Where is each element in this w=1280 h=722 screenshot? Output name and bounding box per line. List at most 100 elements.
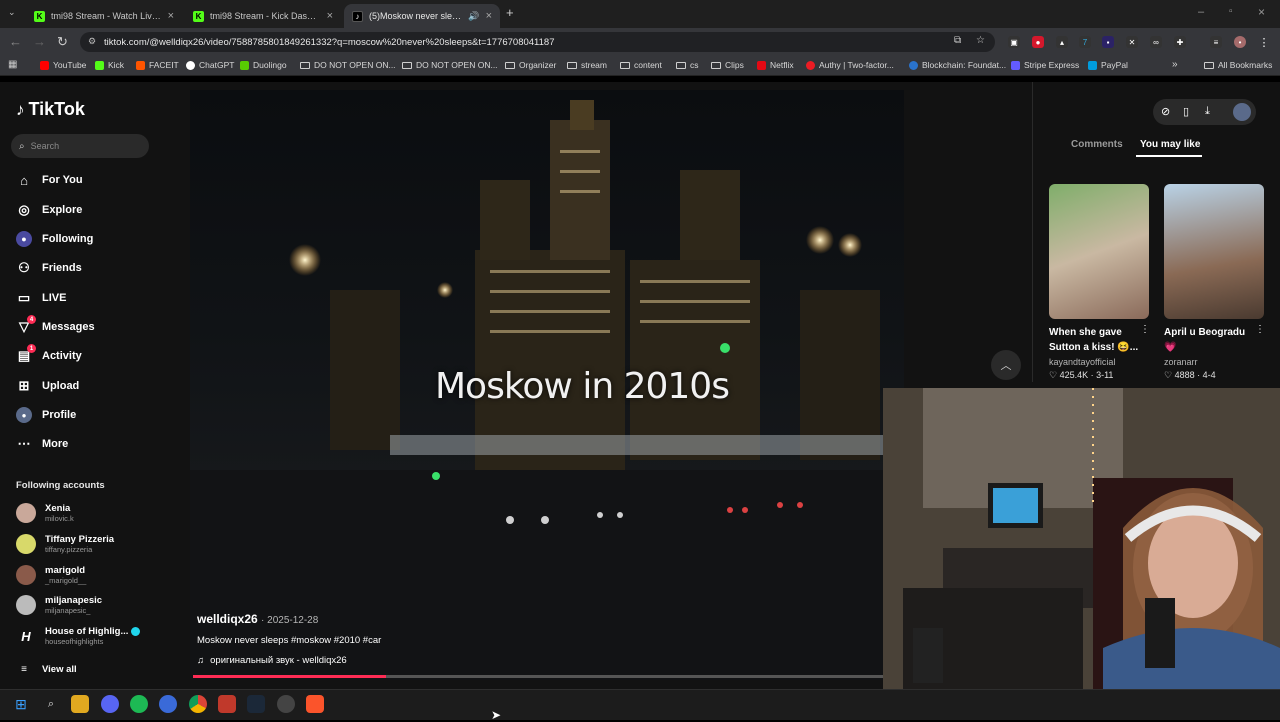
bookmark-folder[interactable]: cs (676, 60, 699, 70)
phone-icon[interactable]: ▯ (1183, 105, 1189, 118)
tab-you-may-like[interactable]: You may like (1140, 139, 1200, 150)
media-control-icon[interactable]: ≡ (1210, 36, 1222, 48)
nav-friends[interactable]: ⚇ Friends (16, 260, 82, 276)
bookmark-folder[interactable]: Organizer (505, 60, 556, 70)
video-sound[interactable]: ♫ оригинальный звук - welldiqx26 (197, 655, 347, 666)
video-author[interactable]: welldiqx26 (197, 612, 258, 626)
close-icon[interactable]: × (168, 10, 174, 22)
minimize-button[interactable]: – (1198, 6, 1204, 18)
extension-icon[interactable]: ∞ (1150, 36, 1162, 48)
bookmark-youtube[interactable]: YouTube (40, 60, 86, 70)
more-options-icon[interactable]: ⋮ (1140, 324, 1150, 335)
app-icon[interactable] (159, 695, 177, 713)
bookmark-folder[interactable]: content (620, 60, 662, 70)
following-account[interactable]: Xenia milovic.k (16, 503, 74, 523)
install-app-icon[interactable]: ⧉ (954, 35, 961, 46)
close-icon[interactable]: × (327, 10, 333, 22)
nav-profile[interactable]: ● Profile (16, 407, 76, 423)
following-account[interactable]: Tiffany Pizzeria tiffany.pizzeria (16, 534, 114, 554)
video-progress-bar[interactable] (193, 675, 883, 678)
video-date: · 2025-12-28 (261, 615, 319, 626)
video-thumbnail[interactable] (1164, 184, 1264, 319)
nav-explore[interactable]: ◎ Explore (16, 202, 82, 218)
nav-messages[interactable]: ▽ 4 Messages (16, 315, 95, 335)
tab-kick-dashboard[interactable]: K tmi98 Stream - Kick Dashboard × (185, 4, 341, 28)
back-button[interactable]: ← (9, 34, 22, 49)
bookmark-folder[interactable]: stream (567, 60, 607, 70)
extension-icon[interactable]: ▣ (1008, 36, 1020, 48)
tab-kick-stream[interactable]: K tmi98 Stream - Watch Live on K × (26, 4, 182, 28)
extension-icon[interactable]: ● (1032, 36, 1044, 48)
apps-grid-icon[interactable]: ▦ (8, 59, 17, 70)
windows-start-icon[interactable]: ⊞ (12, 695, 30, 713)
search-icon[interactable]: ⌕ (42, 695, 60, 713)
nav-following[interactable]: ● Following (16, 231, 93, 247)
app-icon[interactable] (277, 695, 295, 713)
bookmark-folder[interactable]: Clips (711, 60, 744, 70)
tab-search-icon[interactable]: ⌄ (8, 7, 16, 18)
video-card-user[interactable]: zoranarr (1164, 357, 1198, 367)
compass-icon[interactable]: ⊘ (1161, 105, 1170, 118)
extension-icon[interactable]: ▴ (1056, 36, 1068, 48)
previous-video-button[interactable]: ︿ (991, 350, 1021, 380)
discord-icon[interactable] (101, 695, 119, 713)
bookmark-folder[interactable]: DO NOT OPEN ON... (300, 60, 396, 70)
new-tab-button[interactable]: + (506, 5, 514, 20)
bookmark-folder[interactable]: DO NOT OPEN ON... (402, 60, 498, 70)
brave-icon[interactable] (306, 695, 324, 713)
more-options-icon[interactable]: ⋮ (1255, 324, 1265, 335)
file-explorer-icon[interactable] (71, 695, 89, 713)
view-all-button[interactable]: ≡ View all (16, 661, 77, 677)
tab-tiktok[interactable]: ♪ (5)Moskow never sleeps #r 🔊 × (344, 4, 500, 28)
extension-icon[interactable]: 7 (1079, 36, 1091, 48)
bookmark-duolingo[interactable]: Duolingo (240, 60, 287, 70)
puzzle-icon[interactable]: ✚ (1174, 36, 1186, 48)
spotify-icon[interactable] (130, 695, 148, 713)
all-bookmarks-button[interactable]: All Bookmarks (1204, 60, 1272, 70)
tab-comments[interactable]: Comments (1071, 139, 1123, 150)
bookmark-stripe[interactable]: Stripe Express (1011, 60, 1079, 70)
following-account[interactable]: H House of Highlig... houseofhighlights (16, 626, 141, 646)
nav-activity[interactable]: ▤ 1 Activity (16, 344, 82, 364)
nav-for-you[interactable]: ⌂ For You (16, 172, 82, 188)
bookmark-chatgpt[interactable]: ChatGPT (186, 60, 234, 70)
address-bar[interactable]: ⚙ tiktok.com/@welldiqx26/video/758878580… (80, 32, 995, 52)
maximize-button[interactable]: ▫ (1229, 6, 1233, 17)
bookmarks-bar: ▦ YouTube Kick FACEIT ChatGPT Duolingo D… (0, 56, 1280, 76)
speaker-icon[interactable]: 🔊 (468, 11, 479, 22)
tiktok-logo[interactable]: ♪ TikTok (16, 99, 85, 120)
nav-live[interactable]: ▭ LIVE (16, 290, 67, 306)
close-window-button[interactable]: × (1258, 5, 1265, 19)
video-card-title[interactable]: When she gave Sutton a kiss! 😆... (1049, 325, 1141, 355)
app-icon[interactable] (218, 695, 236, 713)
video-card-title[interactable]: April u Beogradu 💗 (1164, 325, 1256, 355)
bookmark-authy[interactable]: Authy | Two-factor... (806, 60, 894, 70)
video-card-user[interactable]: kayandtayofficial (1049, 357, 1115, 367)
folder-icon (1204, 61, 1214, 69)
close-icon[interactable]: × (486, 10, 492, 22)
download-icon[interactable]: ⤓ (1205, 105, 1210, 118)
bookmark-faceit[interactable]: FACEIT (136, 60, 179, 70)
bookmark-paypal[interactable]: PayPal (1088, 60, 1128, 70)
video-thumbnail[interactable] (1049, 184, 1149, 319)
avatar[interactable]: • (1234, 36, 1246, 48)
nav-more[interactable]: ⋯ More (16, 436, 69, 452)
following-account[interactable]: marigold _marigold__ (16, 565, 86, 585)
menu-icon[interactable]: ⋮ (1258, 36, 1270, 49)
forward-button[interactable]: → (33, 34, 46, 49)
extension-icon[interactable]: ✕ (1126, 36, 1138, 48)
bookmark-netflix[interactable]: Netflix (757, 60, 794, 70)
nav-upload[interactable]: ⊞ Upload (16, 378, 80, 394)
search-input[interactable]: ⌕ Search (11, 134, 149, 158)
bookmark-coursera[interactable]: Blockchain: Foundat... (909, 60, 1006, 70)
bookmark-star-icon[interactable]: ☆ (976, 35, 985, 46)
site-info-icon[interactable]: ⚙ (88, 36, 96, 47)
bookmark-kick[interactable]: Kick (95, 60, 124, 70)
chevron-right-icon[interactable]: » (1172, 59, 1178, 70)
chrome-icon[interactable] (189, 695, 207, 713)
extension-icon[interactable]: ▪ (1102, 36, 1114, 48)
following-account[interactable]: miljanapesic miljanapesic_ (16, 595, 102, 615)
steam-icon[interactable] (247, 695, 265, 713)
reload-button[interactable]: ↻ (57, 34, 68, 50)
avatar[interactable] (1233, 103, 1251, 121)
